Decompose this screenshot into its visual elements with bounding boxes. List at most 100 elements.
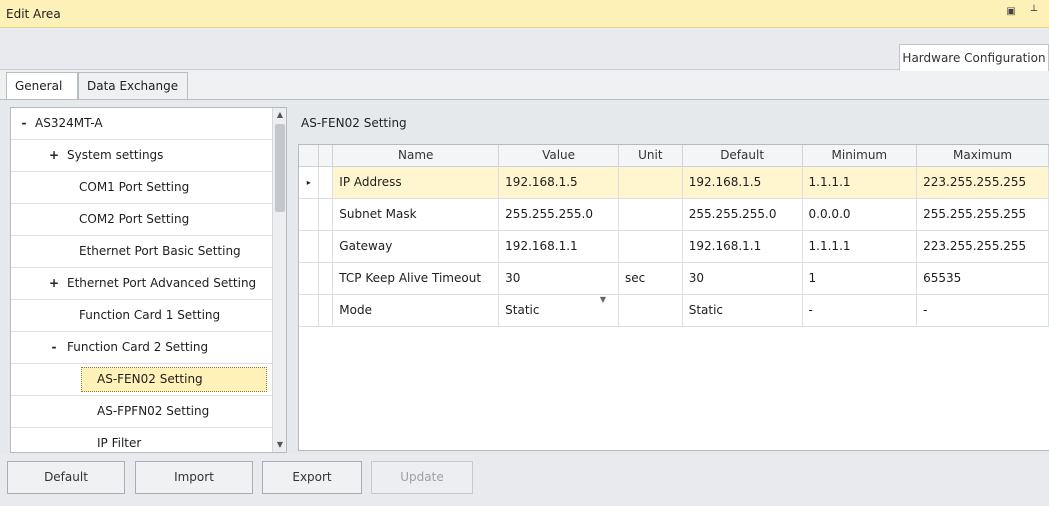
mode-select-value: Static	[505, 303, 540, 317]
column-header-name[interactable]: Name	[332, 145, 500, 167]
scroll-down-icon[interactable]: ▼	[273, 438, 286, 452]
column-header-maximum[interactable]: Maximum	[916, 145, 1049, 167]
cell-default: 192.168.1.5	[682, 166, 803, 199]
import-button[interactable]: Import	[135, 461, 253, 494]
expand-icon[interactable]: +	[47, 268, 61, 299]
current-row-indicator-icon[interactable]: ▸	[299, 166, 320, 199]
scroll-thumb[interactable]	[275, 124, 285, 212]
tree-item[interactable]: - Function Card 2 Setting	[11, 332, 273, 364]
expand-icon[interactable]: +	[47, 140, 61, 171]
tree-item[interactable]: + System settings	[11, 140, 273, 172]
tree-item[interactable]: COM2 Port Setting	[11, 204, 273, 236]
tree-item-label: Ethernet Port Basic Setting	[79, 244, 241, 258]
settings-content: - AS324MT-A + System settings COM1 Port Sett…	[0, 99, 1049, 454]
indent-header	[318, 145, 334, 167]
tab-data-exchange[interactable]: Data Exchange	[78, 72, 188, 100]
row-header[interactable]	[299, 294, 320, 327]
row-indent	[318, 262, 334, 295]
row-header[interactable]	[299, 198, 320, 231]
column-header-minimum[interactable]: Minimum	[802, 145, 918, 167]
tree-item[interactable]: + Ethernet Port Advanced Setting	[11, 268, 273, 300]
table-header-row: Name Value Unit Default Minimum Maximum	[299, 145, 1049, 167]
cell-value[interactable]: 30	[498, 262, 619, 295]
cell-minimum: 1	[802, 262, 918, 295]
tree-item-label: System settings	[67, 148, 164, 162]
tree-scrollbar[interactable]: ▲ ▼	[272, 108, 286, 452]
tree-item[interactable]: IP Filter	[11, 428, 273, 452]
cell-maximum: 65535	[916, 262, 1049, 295]
window-controls[interactable]: ▣ ┴	[1006, 6, 1043, 17]
tree-item-label: COM1 Port Setting	[79, 180, 190, 194]
cell-maximum: 255.255.255.255	[916, 198, 1049, 231]
table-row[interactable]: Mode Static ▼ Static - -	[299, 294, 1049, 327]
setting-title: AS-FEN02 Setting	[301, 116, 407, 130]
cell-minimum: 1.1.1.1	[802, 230, 918, 263]
tab-general[interactable]: General	[6, 72, 78, 100]
cell-name: IP Address	[332, 166, 500, 199]
update-button[interactable]: Update	[371, 461, 473, 494]
cell-minimum: 1.1.1.1	[802, 166, 918, 199]
tree-item[interactable]: COM1 Port Setting	[11, 172, 273, 204]
row-header-corner	[299, 145, 320, 167]
button-bar: Default Import Export Update	[0, 454, 1049, 506]
tree-item[interactable]: Ethernet Port Basic Setting	[11, 236, 273, 268]
cell-name: Subnet Mask	[332, 198, 500, 231]
row-indent	[318, 294, 334, 327]
row-indent	[318, 230, 334, 263]
parameter-grid: Name Value Unit Default Minimum Maximum ▸ IP A…	[298, 144, 1049, 451]
tree-item-label: AS-FPFN02 Setting	[97, 404, 210, 418]
table-row[interactable]: Subnet Mask 255.255.255.0 255.255.255.0 0.0…	[299, 198, 1049, 231]
hardware-tree: - AS324MT-A + System settings COM1 Port Sett…	[10, 107, 287, 453]
chevron-down-icon[interactable]: ▼	[600, 295, 606, 304]
tree-item-label: COM2 Port Setting	[79, 212, 190, 226]
edit-area-title-bar: Edit Area ▣ ┴	[0, 0, 1049, 28]
cell-unit	[618, 230, 683, 263]
cell-default: 30	[682, 262, 803, 295]
tree-item-label: Ethernet Port Advanced Setting	[67, 276, 257, 290]
row-header[interactable]	[299, 230, 320, 263]
collapse-icon[interactable]: -	[47, 332, 61, 363]
tree-item[interactable]: AS-FPFN02 Setting	[11, 396, 273, 428]
tree-item-label: IP Filter	[97, 436, 142, 450]
cell-unit	[618, 166, 683, 199]
default-button[interactable]: Default	[7, 461, 125, 494]
cell-value[interactable]: 192.168.1.1	[498, 230, 619, 263]
cell-default: 255.255.255.0	[682, 198, 803, 231]
cell-maximum: 223.255.255.255	[916, 166, 1049, 199]
cell-value[interactable]: 255.255.255.0	[498, 198, 619, 231]
tree-item-label: Function Card 2 Setting	[67, 340, 209, 354]
cell-minimum: 0.0.0.0	[802, 198, 918, 231]
column-header-default[interactable]: Default	[682, 145, 803, 167]
window-title: Edit Area	[6, 7, 61, 21]
cell-unit	[618, 198, 683, 231]
cell-maximum: 223.255.255.255	[916, 230, 1049, 263]
cell-value[interactable]: 192.168.1.5	[498, 166, 619, 199]
parameter-table: Name Value Unit Default Minimum Maximum ▸ IP A…	[299, 145, 1049, 327]
cell-maximum: -	[916, 294, 1049, 327]
scroll-up-icon[interactable]: ▲	[273, 108, 286, 122]
row-header[interactable]	[299, 262, 320, 295]
column-header-unit[interactable]: Unit	[618, 145, 683, 167]
mode-select[interactable]: Static ▼	[498, 294, 619, 327]
cell-default: Static	[682, 294, 803, 327]
table-row[interactable]: Gateway 192.168.1.1 192.168.1.1 1.1.1.1 223.…	[299, 230, 1049, 263]
table-row[interactable]: TCP Keep Alive Timeout 30 sec 30 1 65535	[299, 262, 1049, 295]
tree-item[interactable]: AS-FEN02 Setting	[11, 364, 273, 396]
cell-name: TCP Keep Alive Timeout	[332, 262, 500, 295]
tree-item-label: AS324MT-A	[35, 116, 103, 130]
tree-item-label: AS-FEN02 Setting	[97, 372, 203, 386]
cell-name: Mode	[332, 294, 500, 327]
row-indent	[318, 166, 334, 199]
table-row[interactable]: ▸ IP Address 192.168.1.5 192.168.1.5 1.1.1.1…	[299, 166, 1049, 199]
tree-item[interactable]: - AS324MT-A	[11, 108, 273, 140]
tree-item-label: Function Card 1 Setting	[79, 308, 221, 322]
cell-minimum: -	[802, 294, 918, 327]
row-indent	[318, 198, 334, 231]
collapse-icon[interactable]: -	[17, 108, 31, 139]
cell-default: 192.168.1.1	[682, 230, 803, 263]
tree-item[interactable]: Function Card 1 Setting	[11, 300, 273, 332]
export-button[interactable]: Export	[262, 461, 362, 494]
column-header-value[interactable]: Value	[498, 145, 619, 167]
settings-tab-strip: General Data Exchange	[0, 72, 1049, 100]
tab-hardware-configuration[interactable]: Hardware Configuration	[899, 44, 1049, 71]
